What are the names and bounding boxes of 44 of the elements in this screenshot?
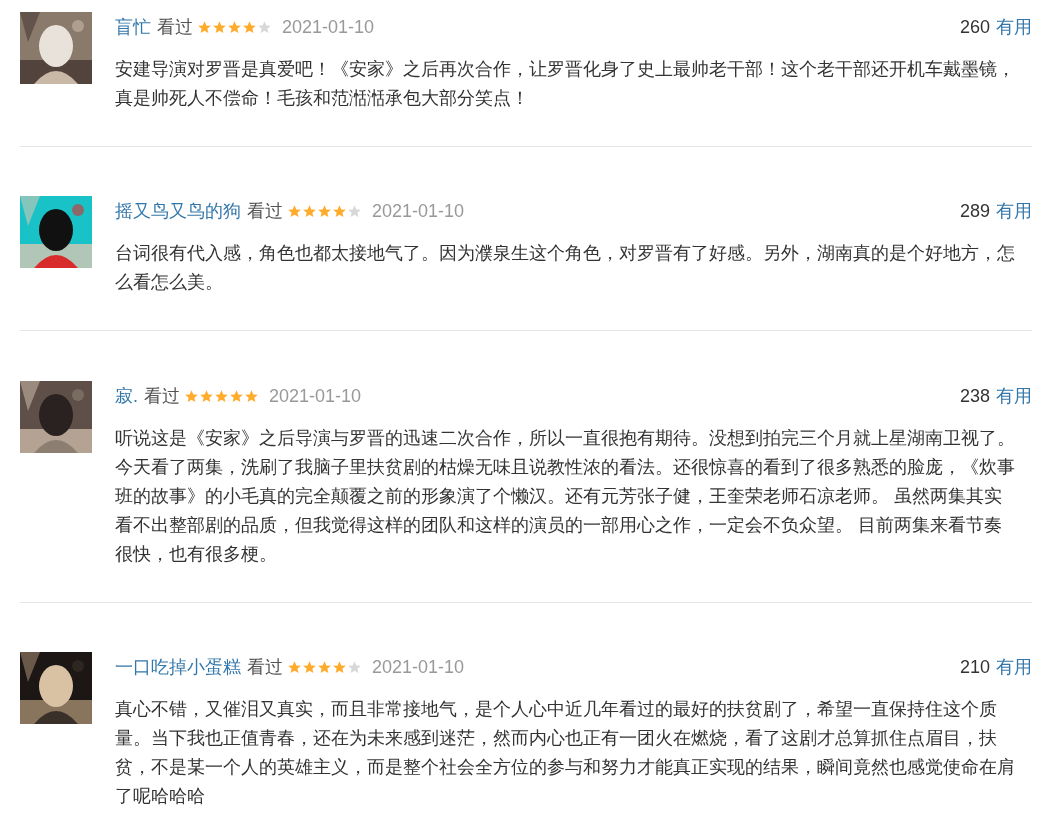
useful-link[interactable]: 有用 — [996, 13, 1032, 41]
review-date: 2021-01-10 — [269, 384, 362, 408]
star-icon — [317, 203, 332, 219]
review-text: 听说这是《安家》之后导演与罗晋的迅速二次合作，所以一直很抱有期待。没想到拍完三个月就上星湖南卫视了。今天看了两集，洗刷了我脑子里扶贫剧的枯燥无味且说教性浓的看法。还很惊喜的看到了很多熟悉的脸庞，《炊事班的故事》的小毛真的完全颠覆之前的形象演了个懒汉。还有元芳张子健，王奎荣老师石凉老师。 虽然两集其实看不出整部剧的品质，但我觉得这样的团队和这样的演员的一部用心之作，一定会不负众望。 目前两集来看节奏很快，也有很多梗。 — [115, 427, 1016, 566]
star-icon — [197, 19, 212, 35]
watched-status: 看过 — [247, 199, 283, 223]
review-date: 2021-01-10 — [372, 655, 465, 679]
review-text: 真心不错，又催泪又真实，而且非常接地气，是个人心中近几年看过的最好的扶贫剧了，希望一直保持住这个质量。当下我也正值青春，还在为未来感到迷茫，然而内心也正有一团火在燃烧，看了这剧才总算抓住点眉目，扶贫，不是某一个人的英雄主义，而是整个社会全方位的参与和努力才能真正实现的结果，瞬间竟然也感觉使命在肩了呢哈哈哈 — [115, 698, 1016, 808]
review-text: 台词很有代入感，角色也都太接地气了。因为濮泉生这个角色，对罗晋有了好感。另外，湖南真的是个好地方，怎么看怎么美。 — [115, 242, 1016, 294]
star-icon — [244, 388, 259, 404]
star-icon — [332, 659, 347, 675]
star-icon — [332, 203, 347, 219]
star-icon — [302, 659, 317, 675]
star-icon — [227, 19, 242, 35]
useful-link[interactable]: 有用 — [996, 382, 1032, 410]
star-icon — [317, 659, 332, 675]
watched-status: 看过 — [247, 655, 283, 679]
vote-count: 238 — [959, 384, 990, 408]
star-icon — [242, 19, 257, 35]
review-date: 2021-01-10 — [372, 199, 465, 223]
watched-status: 看过 — [144, 384, 180, 408]
review-text: 安建导演对罗晋是真爱吧！《安家》之后再次合作，让罗晋化身了史上最帅老干部！这个老干部还开机车戴墨镜，真是帅死人不偿命！毛孩和范湉湉承包大部分笑点！ — [115, 58, 1016, 110]
useful-link[interactable]: 有用 — [996, 197, 1032, 225]
vote-count: 260 — [959, 15, 990, 39]
star-icon — [214, 388, 229, 404]
vote-count: 210 — [959, 655, 990, 679]
username-link[interactable]: 盲忙 — [115, 13, 151, 41]
star-icon — [347, 659, 362, 675]
username-link[interactable]: 摇又鸟又鸟的狗 — [115, 197, 241, 225]
star-icon — [184, 388, 199, 404]
username-link[interactable]: 寂. — [115, 382, 138, 410]
vote-count: 289 — [959, 199, 990, 223]
useful-link[interactable]: 有用 — [996, 653, 1032, 681]
star-icon — [257, 19, 272, 35]
review-date: 2021-01-10 — [282, 15, 375, 39]
star-icon — [302, 203, 317, 219]
username-link[interactable]: 一口吃掉小蛋糕 — [115, 653, 241, 681]
star-icon — [212, 19, 227, 35]
star-icon — [287, 659, 302, 675]
star-icon — [287, 203, 302, 219]
star-icon — [229, 388, 244, 404]
star-icon — [199, 388, 214, 404]
star-icon — [347, 203, 362, 219]
watched-status: 看过 — [157, 15, 193, 39]
